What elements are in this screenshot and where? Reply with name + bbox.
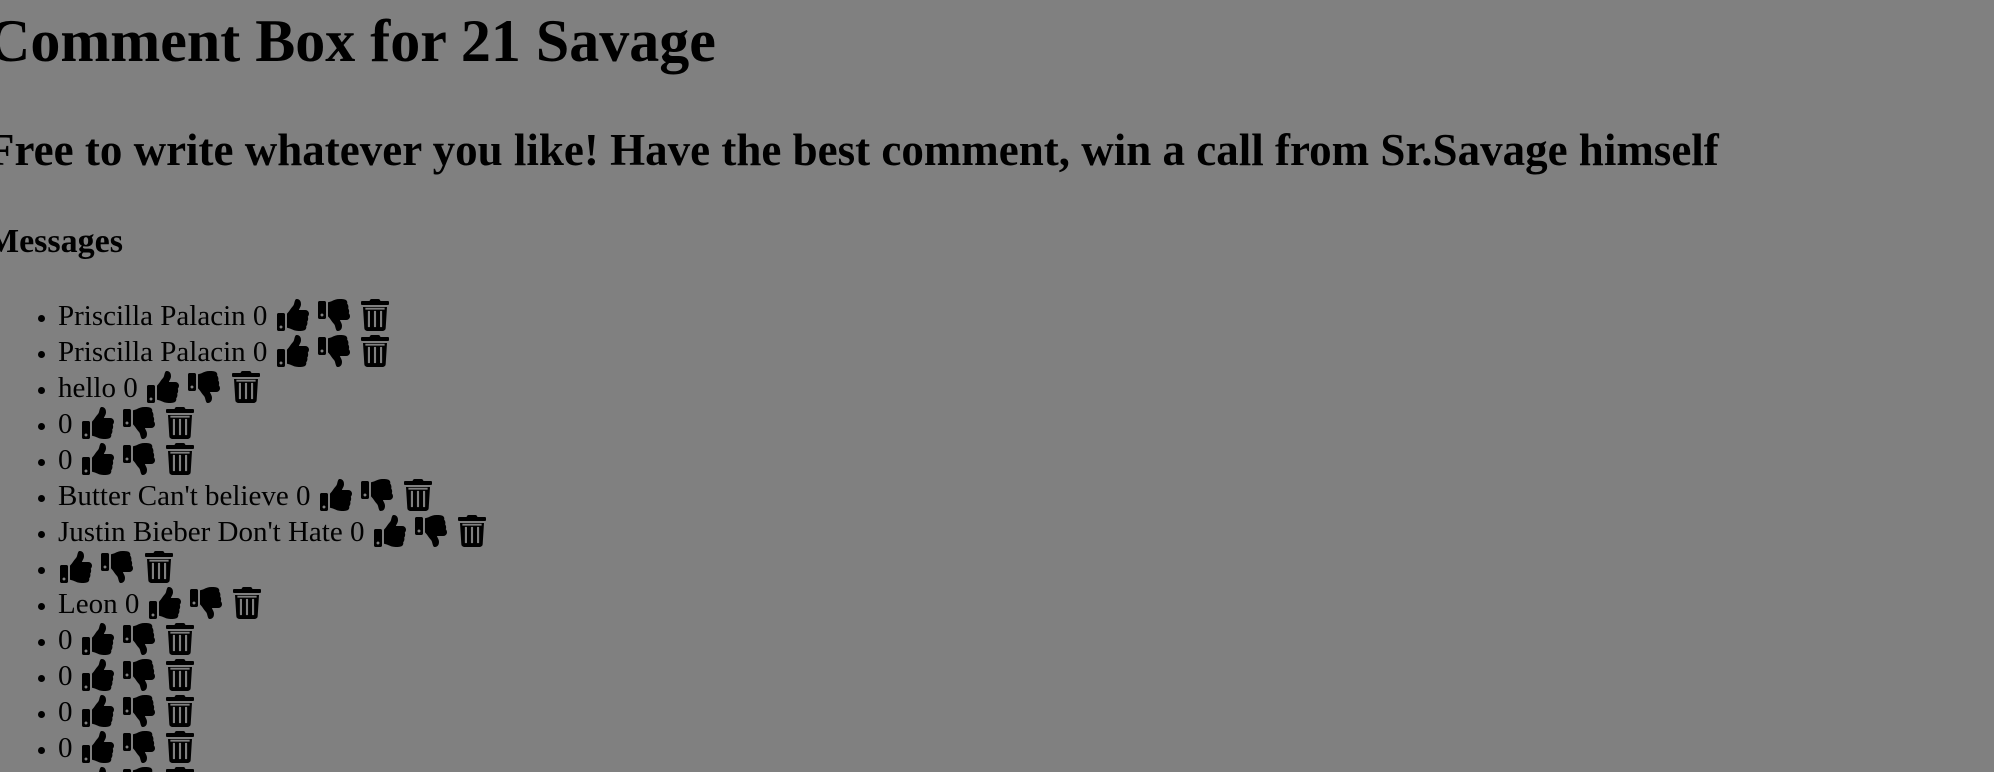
trash-icon[interactable] [231, 587, 263, 620]
list-item: 0 [58, 658, 488, 694]
thumbs-down-icon[interactable] [188, 371, 221, 404]
thumbs-down-icon[interactable] [123, 767, 155, 772]
page-subtitle: Free to write whatever you like! Have th… [0, 125, 1719, 175]
trash-icon[interactable] [230, 371, 262, 404]
thumbs-up-icon[interactable] [81, 623, 114, 656]
vote-count: 0 [58, 732, 73, 764]
thumbs-up-icon[interactable] [81, 443, 114, 476]
thumbs-down-icon[interactable] [123, 659, 155, 692]
list-item: hello 0 [58, 370, 488, 406]
list-item: Priscilla Palacin 0 [58, 334, 488, 370]
vote-count: 0 [349, 516, 365, 548]
message-text: Can't believe [137, 480, 289, 512]
list-item [58, 550, 488, 586]
trash-icon[interactable] [402, 479, 434, 512]
vote-count: 0 [58, 444, 73, 476]
thumbs-up-icon[interactable] [82, 767, 114, 772]
list-item: 0 [58, 442, 488, 478]
thumbs-up-icon[interactable] [276, 299, 309, 332]
vote-count: 0 [295, 480, 311, 512]
messages-heading: Messages [0, 223, 123, 260]
thumbs-down-icon[interactable] [317, 299, 350, 332]
message-name: Priscilla Palacin [58, 300, 246, 332]
message-text: Don't Hate [217, 516, 343, 548]
thumbs-down-icon[interactable] [101, 551, 134, 584]
trash-icon[interactable] [456, 515, 488, 548]
thumbs-up-icon[interactable] [148, 587, 181, 620]
thumbs-down-icon[interactable] [123, 443, 155, 476]
vote-count: 0 [123, 372, 138, 404]
vote-count: 0 [124, 588, 140, 620]
thumbs-up-icon[interactable] [81, 659, 114, 692]
list-item: 0 [58, 406, 488, 442]
trash-icon[interactable] [143, 551, 175, 584]
vote-count: 0 [252, 300, 268, 332]
vote-count: 0 [58, 696, 73, 728]
list-item: 0 [58, 622, 488, 658]
page-title: Comment Box for 21 Savage [0, 8, 716, 74]
message-name: Leon [58, 588, 118, 620]
trash-icon[interactable] [164, 443, 196, 476]
message-list: Priscilla Palacin 0 Priscilla Palacin 0 … [0, 298, 488, 772]
thumbs-up-icon[interactable] [81, 731, 114, 764]
list-item: Leon 0 [58, 586, 488, 622]
trash-icon[interactable] [164, 407, 196, 440]
trash-icon[interactable] [164, 623, 196, 656]
trash-icon[interactable] [359, 335, 391, 368]
thumbs-down-icon[interactable] [123, 407, 155, 440]
thumbs-up-icon[interactable] [81, 407, 114, 440]
list-item: 0 [58, 730, 488, 766]
list-item: Justin Bieber Don't Hate 0 [58, 514, 488, 550]
thumbs-up-icon[interactable] [276, 335, 309, 368]
list-item: 0 [58, 694, 488, 730]
message-name: Justin Bieber [58, 516, 211, 548]
thumbs-down-icon[interactable] [360, 479, 393, 512]
vote-count: 0 [58, 408, 73, 440]
thumbs-up-icon[interactable] [147, 371, 179, 404]
thumbs-down-icon[interactable] [123, 695, 155, 728]
vote-count: 0 [252, 336, 268, 368]
thumbs-down-icon[interactable] [123, 623, 155, 656]
thumbs-down-icon[interactable] [123, 731, 155, 764]
list-item: 0 [58, 766, 488, 772]
list-item: Priscilla Palacin 0 [58, 298, 488, 334]
thumbs-down-icon[interactable] [189, 587, 222, 620]
thumbs-up-icon[interactable] [319, 479, 352, 512]
trash-icon[interactable] [359, 299, 391, 332]
trash-icon[interactable] [164, 695, 196, 728]
message-name: Butter [58, 480, 131, 512]
thumbs-down-icon[interactable] [317, 335, 350, 368]
thumbs-up-icon[interactable] [373, 515, 406, 548]
vote-count: 0 [58, 660, 73, 692]
trash-icon[interactable] [164, 767, 196, 772]
list-item: Butter Can't believe 0 [58, 478, 488, 514]
message-name: Priscilla Palacin [58, 336, 246, 368]
thumbs-down-icon[interactable] [414, 515, 447, 548]
trash-icon[interactable] [164, 659, 196, 692]
thumbs-up-icon[interactable] [81, 695, 114, 728]
vote-count: 0 [58, 768, 73, 772]
trash-icon[interactable] [164, 731, 196, 764]
thumbs-up-icon[interactable] [60, 551, 92, 584]
vote-count: 0 [58, 624, 73, 656]
message-name: hello [58, 372, 116, 404]
page: Comment Box for 21 Savage Free to write … [0, 0, 1994, 772]
